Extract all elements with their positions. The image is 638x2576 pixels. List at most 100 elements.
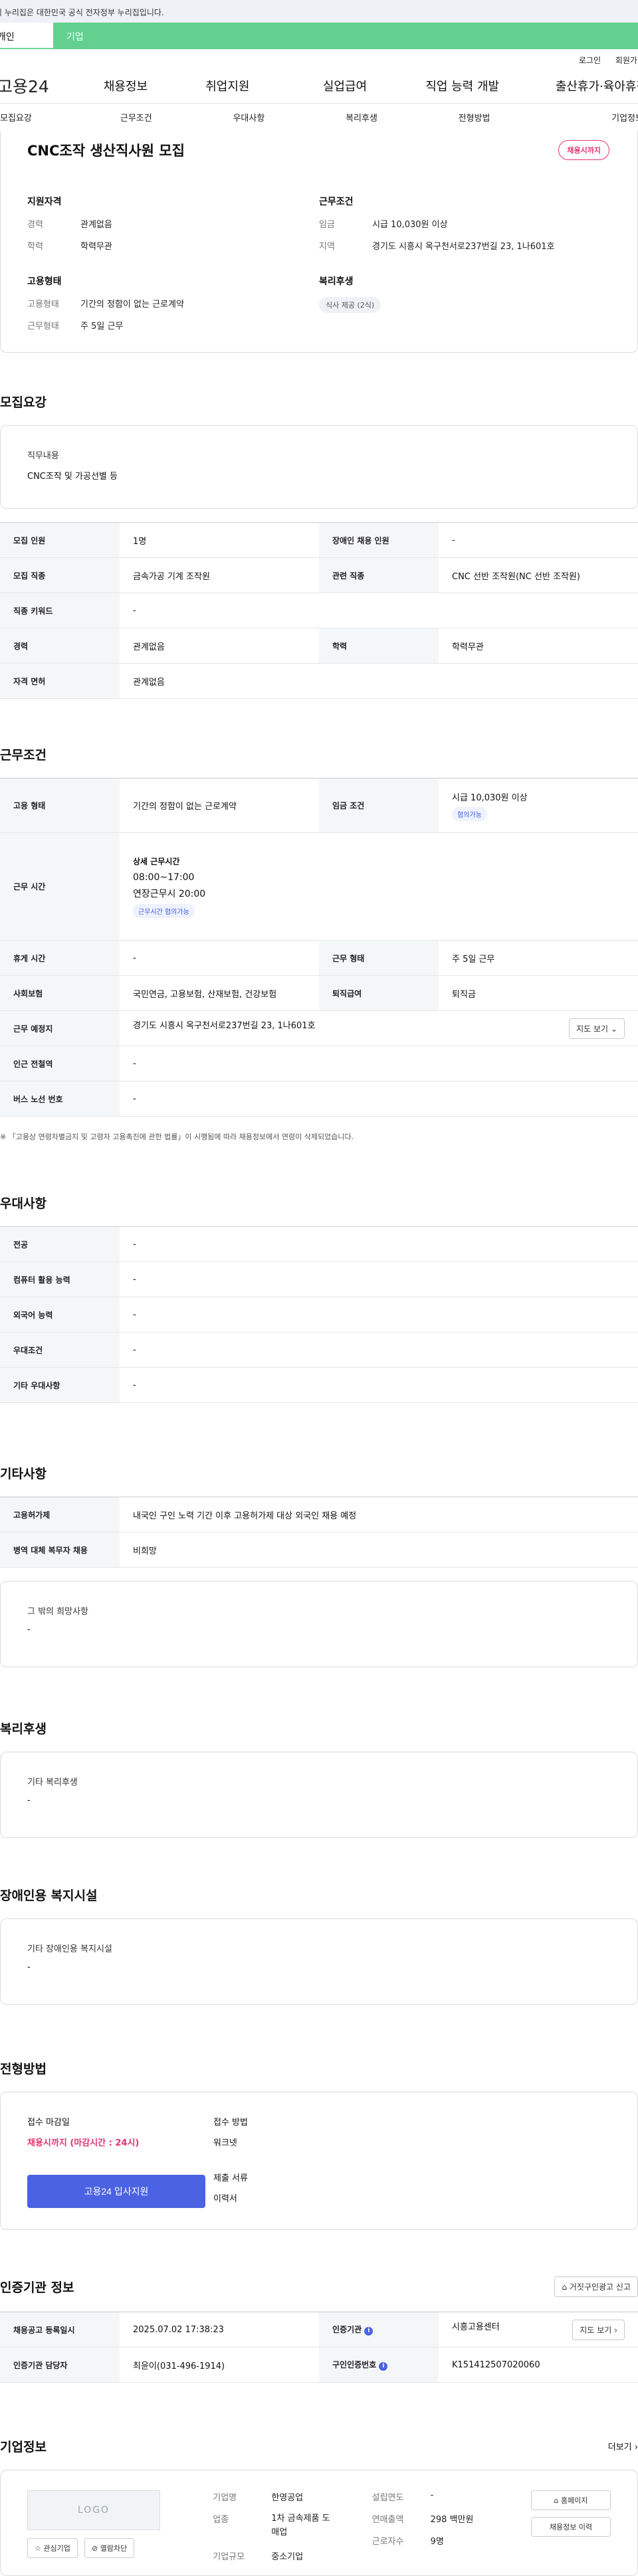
disabled-heading: 장애인용 복지시설: [0, 1888, 98, 1903]
cell-value: 비희망: [120, 1532, 638, 1568]
company-card: LOGO ☆ 관심기업 ⊘ 열람차단 기업명 한영공업 업종 1차 금속제품 도매업…: [0, 2470, 638, 2576]
table-row: 인증기관 담당자 최윤이(031-496-1914) 구인인증번호 i K151412…: [0, 2347, 638, 2383]
cell-value: 2025.07.02 17:38:23: [120, 2312, 319, 2347]
report-fake-ad-button[interactable]: ⌂ 거짓구인광고 신고: [554, 2276, 638, 2297]
user-type-tabs: 개인 기업: [0, 23, 638, 49]
hiring-history-button[interactable]: 채용정보 이력: [531, 2517, 611, 2537]
login-link[interactable]: 로그인: [579, 56, 601, 65]
table-row: 휴게 시간 - 근무 형태 주 5일 근무: [0, 940, 638, 976]
agency-header: 인증기관 정보 ⌂ 거짓구인광고 신고: [0, 2276, 638, 2297]
time-value: 08:00~17:00: [133, 872, 195, 883]
favorite-company-button[interactable]: ☆ 관심기업: [27, 2538, 78, 2558]
anchor-company[interactable]: 기업정보: [530, 111, 638, 124]
wage-negotiable-tag: 협의가능: [452, 806, 487, 821]
homepage-button[interactable]: ⌂ 홈페이지: [531, 2490, 611, 2510]
cell-header: 퇴직급여: [319, 975, 439, 1011]
time-extra: 연장근무시 20:00: [133, 888, 206, 899]
org-cell: 시흥고용센터 지도 보기 ›: [439, 2312, 638, 2347]
method-label: 접수 방법: [213, 2118, 248, 2128]
table-row: 병역 대체 복무자 채용 비희망: [0, 1532, 638, 1568]
num-label: 구인인증번호: [332, 2360, 377, 2369]
cell-header: 학력: [319, 628, 439, 664]
report-label: 거짓구인광고 신고: [569, 2282, 631, 2292]
agency-heading: 인증기관 정보: [0, 2280, 74, 2295]
gnb-item-vocational-training[interactable]: 직업 능력 개발: [403, 77, 521, 94]
job-title: CNC조작 생산직사원 모집: [27, 143, 185, 159]
anchor-recruit[interactable]: 모집요강: [0, 111, 80, 124]
place-value: 경기도 시흥시 옥구천서로237번길 23, 1나601호: [133, 1020, 316, 1031]
anchor-welfare[interactable]: 복리후생: [305, 111, 418, 124]
cell-header: 인증기관 i: [319, 2312, 439, 2347]
cell-header: 채용공고 등록일시: [0, 2312, 120, 2347]
cell-value: CNC 선반 조작원(NC 선반 조작원): [439, 557, 638, 593]
time-cell: 상세 근무시간 08:00~17:00 연장근무시 20:00 근무시간 협의가능: [120, 832, 638, 941]
gnb-item-employment-support[interactable]: 취업지원: [169, 77, 286, 94]
tab-individual[interactable]: 개인: [0, 23, 53, 49]
home-icon: ⌂: [554, 2496, 559, 2505]
apply-button[interactable]: 고용24 입사지원: [27, 2175, 205, 2208]
career-label: 경력: [27, 220, 43, 230]
cell-header: 버스 노선 번호: [0, 1081, 120, 1117]
qual-heading: 지원자격: [27, 197, 62, 207]
agency-table: 채용공고 등록일시 2025.07.02 17:38:23 인증기관 i 시흥고용센터…: [0, 2312, 638, 2383]
tab-corporate[interactable]: 기업: [53, 23, 638, 49]
cell-header: 기타 우대사항: [0, 1367, 120, 1403]
cell-header: 휴게 시간: [0, 940, 120, 976]
table-row: 버스 노선 번호 -: [0, 1081, 638, 1117]
anchor-work[interactable]: 근무조건: [80, 111, 193, 124]
cell-value: -: [120, 1226, 638, 1262]
edu-label: 학력: [27, 242, 43, 252]
process-left: 접수 마감일 채용시까지 (마감시간 : 24시) 고용24 입사지원: [27, 2115, 213, 2208]
gnb-item-unemployment-benefit[interactable]: 실업급여: [286, 77, 404, 94]
process-heading: 전형방법: [0, 2062, 47, 2076]
cell-value: 퇴직금: [439, 975, 638, 1011]
duty-label: 직무내용: [27, 451, 59, 461]
gnb-item-parental-leave[interactable]: 출산휴가·육아휴직: [521, 77, 638, 94]
site-logo[interactable]: 고용24: [0, 74, 82, 98]
anchor-process[interactable]: 전형방법: [418, 111, 531, 124]
cell-header: 구인인증번호 i: [319, 2347, 439, 2383]
welfare-section-heading: 복리후생: [0, 1722, 47, 1736]
worktype-value: 주 5일 근무: [80, 322, 124, 331]
cell-header: 고용 형태: [0, 778, 120, 833]
table-row: 채용공고 등록일시 2025.07.02 17:38:23 인증기관 i 시흥고용센터…: [0, 2312, 638, 2347]
table-row: 자격 면허 관계없음: [0, 663, 638, 699]
cell-header: 장애인 채용 인원: [319, 522, 439, 558]
info-icon[interactable]: i: [379, 2362, 388, 2371]
org-label: 인증기관: [332, 2325, 362, 2334]
pref-table: 전공 - 컴퓨터 활용 능력 - 외국어 능력 - 우대조건 - 기타 우대사항 -: [0, 1226, 638, 1403]
gov-notice-text: 이 누리집은 대한민국 공식 전자정부 누리집입니다.: [0, 8, 164, 17]
cell-header: 자격 면허: [0, 663, 120, 699]
info-icon[interactable]: i: [364, 2327, 373, 2336]
cell-header: 근무 시간: [0, 832, 120, 941]
signup-link[interactable]: 회원가입: [615, 56, 638, 65]
summary-left: 지원자격 경력 관계없음 학력 학력무관 고용형태 고용형태 기간의 정함이 없는 근…: [27, 195, 319, 341]
emptype-label: 고용형태: [27, 300, 59, 310]
cell-header: 모집 직종: [0, 557, 120, 593]
welfare-heading: 복리후생: [319, 276, 354, 287]
emp-count-label: 근로자수: [372, 2537, 404, 2547]
duty-box: 직무내용 CNC조작 및 가공선별 등: [0, 425, 638, 509]
company-more-link[interactable]: 더보기 ›: [608, 2440, 638, 2452]
map-view-button[interactable]: 지도 보기 ⌄: [569, 1018, 625, 1039]
edu-value: 학력무관: [80, 242, 112, 252]
anchor-pref[interactable]: 우대사항: [193, 111, 306, 124]
place-cell: 경기도 시흥시 옥구천서로237번길 23, 1나601호 지도 보기 ⌄: [120, 1010, 638, 1046]
house-icon: ⌂: [562, 2282, 568, 2292]
table-row: 고용 형태 기간의 정함이 없는 근로계약 임금 조건 시급 10,030원 이상 협의…: [0, 778, 638, 833]
cell-value: -: [120, 1081, 638, 1117]
region-value: 경기도 시흥시 옥구천서로237번길 23, 1나601호: [372, 242, 555, 252]
docs-value: 이력서: [213, 2194, 237, 2204]
cell-value: -: [120, 1046, 638, 1081]
chevron-right-icon: ›: [614, 2325, 617, 2335]
agency-map-label: 지도 보기: [580, 2325, 612, 2335]
company-logo: LOGO: [27, 2490, 160, 2530]
cell-header: 외국어 능력: [0, 1297, 120, 1333]
wage-label: 임금: [319, 220, 335, 230]
agency-map-button[interactable]: 지도 보기 ›: [572, 2319, 625, 2340]
cell-value: -: [120, 1297, 638, 1333]
block-company-button[interactable]: ⊘ 열람차단: [84, 2538, 135, 2558]
industry-label: 업종: [213, 2515, 229, 2525]
table-row: 모집 직종 금속가공 기계 조작원 관련 직종 CNC 선반 조작원(NC 선반 조작…: [0, 557, 638, 593]
gnb-item-jobs[interactable]: 채용정보: [82, 77, 169, 94]
